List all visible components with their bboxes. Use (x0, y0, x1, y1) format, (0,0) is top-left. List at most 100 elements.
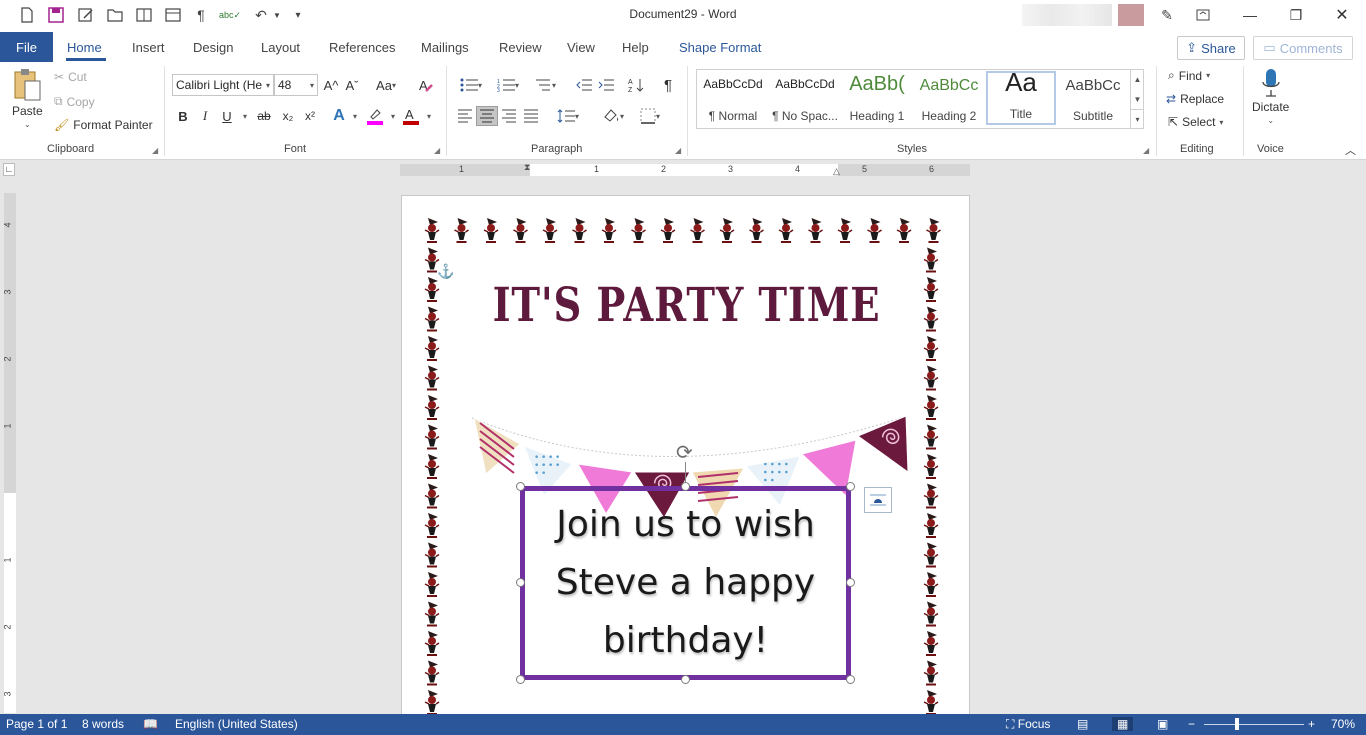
subscript-button[interactable]: x₂ (279, 106, 297, 126)
highlight-dropdown-icon[interactable]: ▾ (384, 106, 402, 126)
dialog-launcher-icon[interactable]: ◢ (434, 146, 440, 155)
decrease-indent-icon[interactable] (575, 75, 593, 95)
grow-font-button[interactable]: A^ (322, 75, 340, 95)
resize-handle[interactable] (516, 578, 525, 587)
collapse-ribbon-icon[interactable]: ︿ (1345, 142, 1356, 158)
bullets-icon[interactable]: ▾ (456, 75, 486, 95)
tab-home[interactable]: Home (67, 40, 102, 55)
tab-selector-icon[interactable]: ∟ (3, 163, 15, 176)
font-color-icon[interactable]: A (402, 106, 420, 126)
highlight-icon[interactable] (366, 106, 384, 126)
resize-handle[interactable] (516, 675, 525, 684)
select-button[interactable]: ⇱ Select ▾ (1168, 115, 1223, 129)
tab-references[interactable]: References (329, 40, 395, 55)
align-left-icon[interactable] (456, 106, 474, 126)
word-count[interactable]: 8 words (82, 717, 124, 731)
dialog-launcher-icon[interactable]: ◢ (1143, 146, 1149, 155)
align-center-icon[interactable] (476, 106, 498, 126)
account-name[interactable] (1022, 4, 1112, 26)
text-effects-dropdown-icon[interactable]: ▾ (346, 106, 364, 126)
proofing-icon[interactable]: 📖 (143, 717, 158, 731)
paste-button[interactable]: Paste ⌄ (12, 68, 43, 129)
right-indent-marker-icon[interactable]: △ (833, 166, 840, 177)
tab-review[interactable]: Review (499, 40, 542, 55)
styles-scroll-down-icon[interactable]: ▼ (1130, 89, 1144, 109)
dialog-launcher-icon[interactable]: ◢ (675, 146, 681, 155)
ribbon-display-icon[interactable] (1192, 4, 1214, 26)
change-case-button[interactable]: Aa ▾ (373, 75, 399, 95)
style-heading-1[interactable]: AaBb( Heading 1 (842, 71, 912, 125)
zoom-in-icon[interactable]: + (1308, 717, 1315, 731)
indent-marker-icon[interactable]: ⧗ (524, 162, 530, 173)
superscript-button[interactable]: x² (301, 106, 319, 126)
page-count[interactable]: Page 1 of 1 (6, 717, 67, 731)
zoom-slider[interactable] (1204, 724, 1304, 725)
copy-button[interactable]: ⧉ Copy (54, 94, 95, 109)
style-title[interactable]: Aa Title (986, 71, 1056, 125)
dialog-launcher-icon[interactable]: ◢ (152, 146, 158, 155)
zoom-out-icon[interactable]: − (1188, 717, 1195, 731)
clear-formatting-icon[interactable]: A (417, 75, 435, 95)
sort-icon[interactable]: AZ (627, 75, 645, 95)
bold-button[interactable]: B (174, 106, 192, 126)
resize-handle[interactable] (681, 675, 690, 684)
avatar[interactable] (1118, 4, 1144, 26)
language[interactable]: English (United States) (175, 717, 298, 731)
invitation-text-box[interactable]: Join us to wish Steve a happy birthday! (520, 486, 851, 680)
pen-icon[interactable]: ✎ (1156, 4, 1178, 26)
resize-handle[interactable] (846, 675, 855, 684)
tab-help[interactable]: Help (622, 40, 649, 55)
style-no-spacing[interactable]: AaBbCcDd ¶ No Spac... (770, 71, 840, 125)
multilevel-list-icon[interactable]: ▾ (530, 75, 560, 95)
shading-icon[interactable]: ▾ (598, 106, 628, 126)
cut-button[interactable]: ✂ Cut (54, 70, 87, 84)
font-name-select[interactable]: Calibri Light (He ▾ (172, 74, 274, 96)
document-page[interactable]: ⚓ IT'S PARTY TIME ⟳ Join us to wish Stev… (401, 195, 970, 715)
print-layout-icon[interactable]: ▦ (1112, 717, 1134, 731)
style-heading-2[interactable]: AaBbCc Heading 2 (914, 71, 984, 125)
share-button[interactable]: ⇪ Share (1177, 36, 1245, 60)
resize-handle[interactable] (681, 482, 690, 491)
style-normal[interactable]: AaBbCcDd ¶ Normal (698, 71, 768, 125)
dictate-button[interactable]: Dictate ⌄ (1252, 68, 1289, 125)
tab-mailings[interactable]: Mailings (421, 40, 469, 55)
underline-button[interactable]: U (218, 106, 236, 126)
styles-scroll-up-icon[interactable]: ▲ (1130, 69, 1144, 89)
text-box-content[interactable]: Join us to wish Steve a happy birthday! (525, 496, 846, 670)
read-mode-icon[interactable]: ▤ (1077, 717, 1088, 731)
resize-handle[interactable] (846, 482, 855, 491)
find-button[interactable]: ⌕ Find ▾ (1168, 68, 1210, 83)
strikethrough-button[interactable]: ab (255, 106, 273, 126)
anchor-icon[interactable]: ⚓ (437, 263, 454, 280)
borders-icon[interactable]: ▾ (635, 106, 665, 126)
tab-insert[interactable]: Insert (132, 40, 165, 55)
font-color-dropdown-icon[interactable]: ▾ (420, 106, 438, 126)
resize-handle[interactable] (846, 578, 855, 587)
resize-handle[interactable] (516, 482, 525, 491)
focus-button[interactable]: ⛶ Focus (1006, 717, 1050, 732)
tab-view[interactable]: View (567, 40, 595, 55)
zoom-slider-thumb[interactable] (1235, 718, 1240, 730)
minimize-icon[interactable]: — (1227, 0, 1273, 30)
tab-layout[interactable]: Layout (261, 40, 300, 55)
show-formatting-marks-button[interactable]: ¶ (659, 75, 677, 95)
shrink-font-button[interactable]: Aˇ (343, 75, 361, 95)
layout-options-icon[interactable] (864, 487, 892, 513)
close-icon[interactable]: ✕ (1319, 0, 1365, 30)
comments-button[interactable]: ▭ Comments (1253, 36, 1353, 60)
numbering-icon[interactable]: 1 2 3 ▾ (493, 75, 523, 95)
styles-more-icon[interactable]: ▾ (1130, 109, 1144, 129)
zoom-level[interactable]: 70% (1331, 717, 1355, 731)
align-right-icon[interactable] (500, 106, 518, 126)
font-size-select[interactable]: 48 ▾ (274, 74, 318, 96)
replace-button[interactable]: ⇄ Replace (1166, 92, 1224, 106)
italic-button[interactable]: I (196, 106, 214, 126)
style-subtitle[interactable]: AaBbCc Subtitle (1058, 71, 1128, 125)
tab-design[interactable]: Design (193, 40, 233, 55)
increase-indent-icon[interactable] (597, 75, 615, 95)
web-layout-icon[interactable]: ▣ (1157, 717, 1168, 731)
line-spacing-icon[interactable]: ▾ (553, 106, 583, 126)
justify-icon[interactable] (522, 106, 540, 126)
restore-icon[interactable]: ❐ (1273, 0, 1319, 30)
format-painter-button[interactable]: 🖌 Format Painter (54, 118, 153, 132)
